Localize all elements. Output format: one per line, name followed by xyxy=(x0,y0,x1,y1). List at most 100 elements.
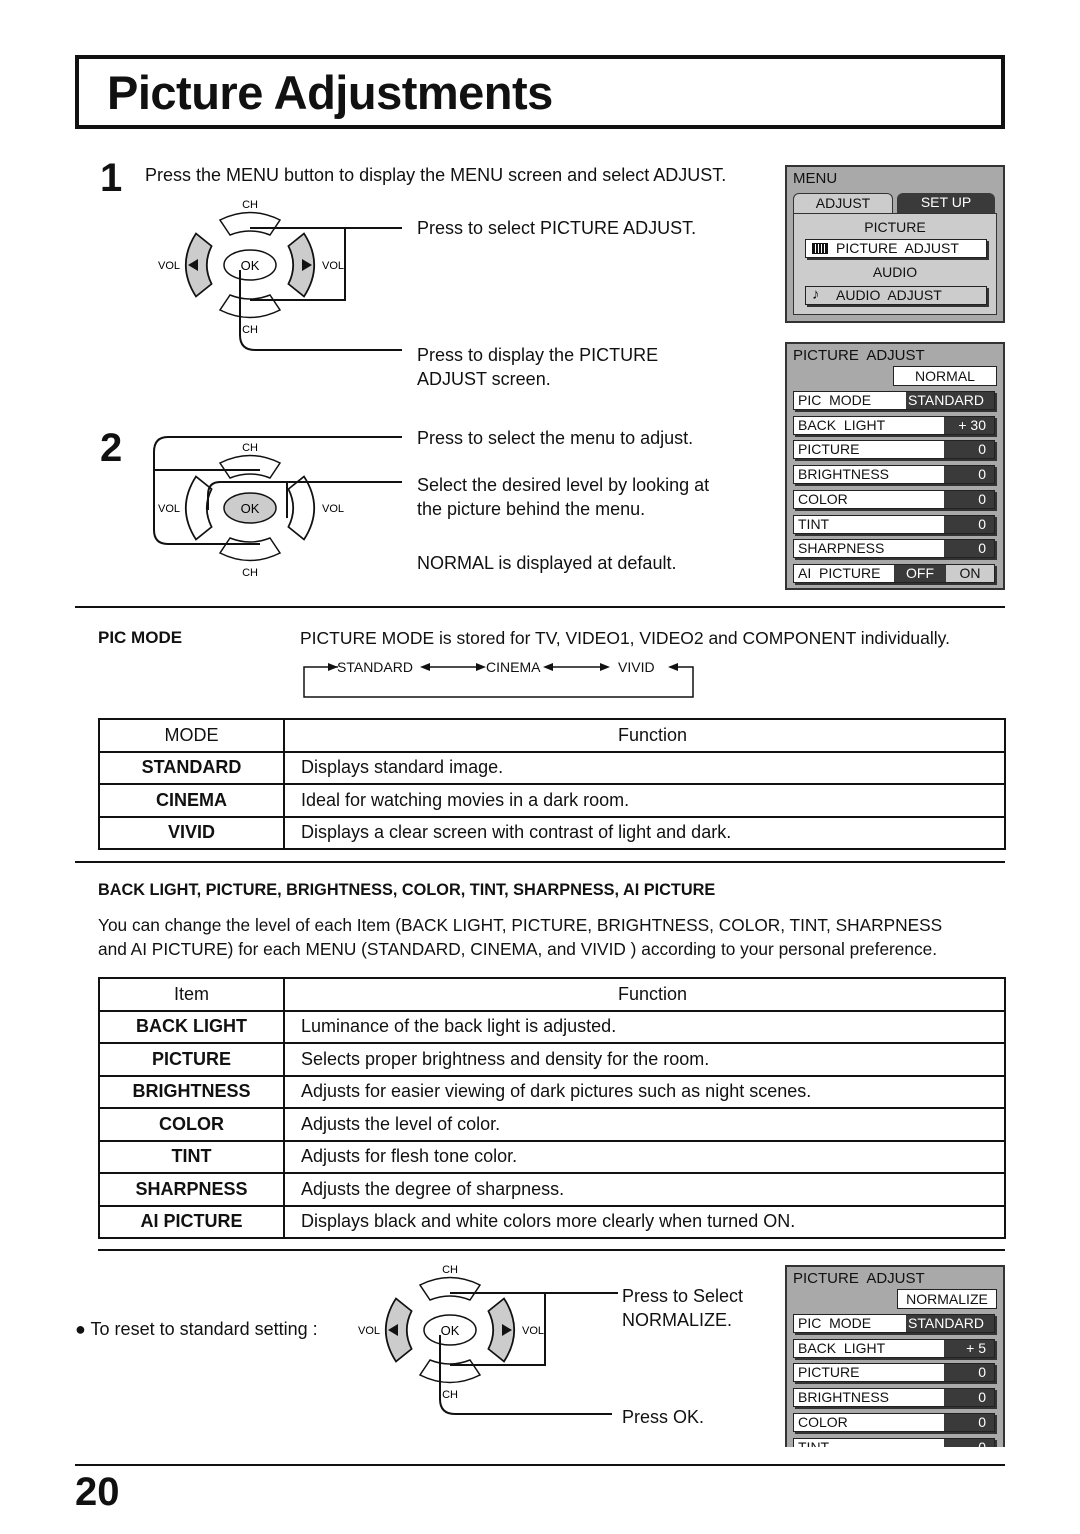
menu-item-label: PICTURE ADJUST xyxy=(836,240,959,256)
menu-item-picture-adjust[interactable]: PICTURE ADJUST xyxy=(805,239,987,258)
table-row: STANDARD Displays standard image. xyxy=(98,750,1006,785)
tab-setup[interactable]: SET UP xyxy=(897,193,995,213)
osd-row-label: AI PICTURE xyxy=(798,564,881,581)
table-row: CINEMA Ideal for watching movies in a dar… xyxy=(98,783,1006,818)
items-heading: BACK LIGHT, PICTURE, BRIGHTNESS, COLOR, … xyxy=(98,881,716,899)
callout-display-1: Press to display the PICTURE xyxy=(417,345,659,365)
title-box: Picture Adjustments xyxy=(75,55,1005,129)
picture-adjust-screen: PICTURE ADJUST NORMAL PIC MODE STANDARD BA… xyxy=(785,342,1005,590)
osd-row[interactable]: TINT 0 xyxy=(793,514,995,534)
item-function: Adjusts for flesh tone color. xyxy=(283,1139,1006,1174)
osd-row-label: PICTURE xyxy=(798,441,860,458)
osd-row-label: SHARPNESS xyxy=(798,540,885,557)
callout-select-normalize-2: NORMALIZE. xyxy=(622,1310,733,1330)
vol-right-button[interactable] xyxy=(287,475,315,541)
osd-row[interactable]: SHARPNESS 0 xyxy=(793,539,995,559)
table-row: TINT Adjusts for flesh tone color. xyxy=(98,1139,1006,1174)
normal-button[interactable]: NORMAL xyxy=(893,366,997,386)
menu-item-label: AUDIO ADJUST xyxy=(836,287,942,303)
mode-name: CINEMA xyxy=(98,783,285,818)
table-row: SHARPNESS Adjusts the degree of sharpness… xyxy=(98,1172,1006,1207)
vol-label: VOL xyxy=(158,503,180,515)
mode-name: STANDARD xyxy=(98,750,285,785)
item-name: BACK LIGHT xyxy=(98,1009,285,1044)
picture-icon xyxy=(812,243,828,254)
ch-label: CH xyxy=(442,1389,458,1401)
osd-row-label: PIC MODE xyxy=(798,392,872,408)
dpad: OK CH CH VOL VOL xyxy=(158,199,344,336)
ch-label: CH xyxy=(242,324,258,336)
header-function: Function xyxy=(283,718,1006,753)
osd-row-label: PICTURE xyxy=(798,1364,860,1381)
osd-row[interactable]: BACK LIGHT + 30 xyxy=(793,415,995,435)
osd-row[interactable]: PIC MODE STANDARD xyxy=(793,1314,995,1333)
callout-select-menu: Press to select the menu to adjust. xyxy=(417,428,694,448)
audio-label: AUDIO xyxy=(872,264,918,280)
osd-row[interactable]: PIC MODE STANDARD xyxy=(793,391,995,410)
osd-row-value: 0 xyxy=(944,1389,994,1407)
tab-adjust[interactable]: ADJUST xyxy=(793,193,893,213)
osd-row-label: COLOR xyxy=(798,1413,848,1430)
osd-row-value: 0 xyxy=(944,1364,994,1382)
mode-table: MODE Function STANDARD Displays standard i… xyxy=(98,718,1006,850)
item-name: COLOR xyxy=(98,1107,285,1142)
header-item: Item xyxy=(98,977,285,1012)
table-row: AI PICTURE Displays black and white color… xyxy=(98,1204,1006,1239)
ch-label: CH xyxy=(242,567,258,579)
cycle-vivid: VIVID xyxy=(618,659,655,675)
item-table: Item Function BACK LIGHT Luminance of the … xyxy=(98,977,1006,1239)
callout-level-1: Select the desired level by looking at xyxy=(417,475,710,495)
ch-label: CH xyxy=(242,199,258,211)
osd-row[interactable]: PICTURE 0 xyxy=(793,440,995,460)
menu-screen: MENU ADJUST SET UP PICTURE PICTURE ADJUS… xyxy=(785,165,1005,323)
osd-row[interactable]: PICTURE 0 xyxy=(793,1363,995,1383)
ch-up-button[interactable] xyxy=(218,454,282,479)
table-header-row: Item Function xyxy=(98,977,1006,1012)
osd-row-value: 0 xyxy=(944,441,994,459)
osd-row-value: + 5 xyxy=(944,1339,994,1357)
normalize-button[interactable]: NORMALIZE xyxy=(897,1289,997,1309)
osd-row[interactable]: COLOR 0 xyxy=(793,1412,995,1432)
step-1-text: Press the MENU button to display the MEN… xyxy=(145,165,727,185)
ch-down-button[interactable] xyxy=(218,294,282,319)
ch-up-button[interactable] xyxy=(218,211,282,236)
step-1-number: 1 xyxy=(100,156,123,200)
remote-diagram-1: OK CH CH VOL VOL xyxy=(158,199,402,351)
callout-display-2: ADJUST screen. xyxy=(417,369,551,389)
osd-row[interactable]: COLOR 0 xyxy=(793,489,995,509)
osd-row[interactable]: BRIGHTNESS 0 xyxy=(793,1388,995,1408)
menu-item-audio-adjust[interactable]: ♪ AUDIO ADJUST xyxy=(805,286,987,305)
mode-function: Displays standard image. xyxy=(283,750,1006,785)
mode-name: VIVID xyxy=(98,815,285,850)
ai-on-option[interactable]: ON xyxy=(946,564,994,582)
osd-row[interactable]: BACK LIGHT + 5 xyxy=(793,1338,995,1358)
osd-row[interactable]: BRIGHTNESS 0 xyxy=(793,465,995,485)
menu-title: MENU xyxy=(793,170,838,187)
normalize-screen: PICTURE ADJUST NORMALIZE PIC MODE STANDAR… xyxy=(785,1265,1005,1447)
vol-label: VOL xyxy=(322,260,344,272)
ai-off-option[interactable]: OFF xyxy=(894,564,946,582)
callout-level-2: the picture behind the menu. xyxy=(417,499,646,519)
ok-label: OK xyxy=(241,258,260,273)
osd-row-label: BRIGHTNESS xyxy=(798,466,890,483)
osd-row-value: 0 xyxy=(944,1413,994,1431)
ch-down-button[interactable] xyxy=(418,1359,482,1384)
ch-label: CH xyxy=(442,1264,458,1276)
remote-diagram-2: OK CH CH VOL VOL xyxy=(153,436,402,579)
ch-down-button[interactable] xyxy=(218,537,282,562)
osd-row-ai-picture[interactable]: AI PICTURE OFF ON xyxy=(793,563,995,583)
vol-label: VOL xyxy=(358,1325,380,1337)
osd-row-label: BACK LIGHT xyxy=(798,1339,886,1356)
items-para-2: and AI PICTURE) for each MENU (STANDARD,… xyxy=(98,939,938,959)
item-function: Selects proper brightness and density fo… xyxy=(283,1042,1006,1077)
header-function: Function xyxy=(283,977,1006,1012)
ok-label: OK xyxy=(241,501,260,516)
vol-label: VOL xyxy=(322,503,344,515)
osd-row-label: BRIGHTNESS xyxy=(798,1389,890,1406)
osd-row-value: STANDARD xyxy=(906,392,994,409)
osd-row[interactable]: TINT 0 xyxy=(793,1437,995,1447)
ch-up-button[interactable] xyxy=(418,1276,482,1301)
osd-row-value: STANDARD xyxy=(906,1315,994,1332)
osd-row-value: 0 xyxy=(944,466,994,484)
item-function: Luminance of the back light is adjusted. xyxy=(283,1009,1006,1044)
